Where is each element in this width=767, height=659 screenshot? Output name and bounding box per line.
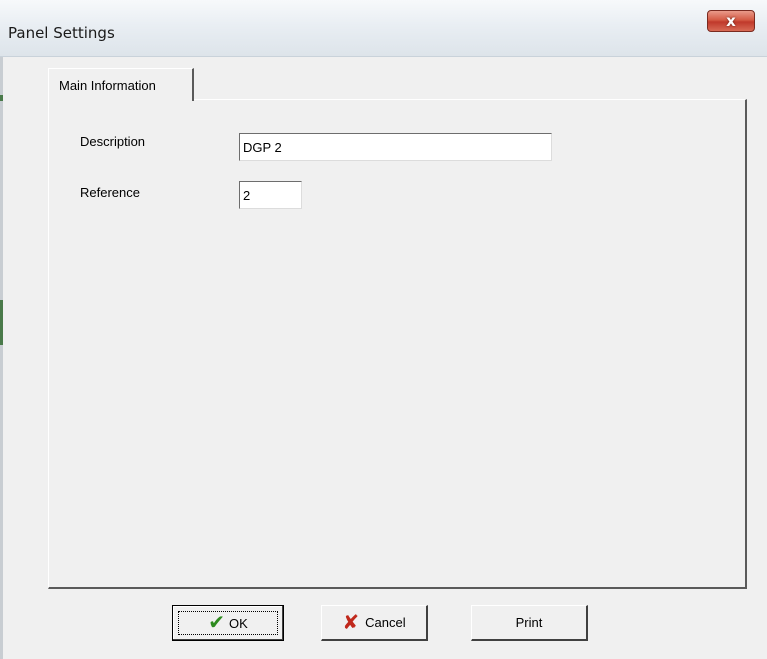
tab-label: Main Information: [59, 78, 156, 93]
panel-settings-dialog: Panel Settings x Main Information Descri…: [0, 0, 767, 659]
ok-button-label: OK: [228, 615, 248, 631]
description-label: Description: [80, 134, 146, 149]
tab-panel-main-information: [48, 99, 747, 589]
print-button-label: Print: [515, 615, 543, 630]
print-button[interactable]: Print: [471, 605, 588, 641]
reference-field[interactable]: 2: [239, 181, 302, 209]
title-bar[interactable]: Panel Settings x: [0, 0, 767, 57]
ok-button-content: ✔ OK: [173, 606, 283, 640]
red-x-icon: ✘: [342, 611, 360, 634]
close-icon: x: [726, 12, 736, 30]
ok-button[interactable]: ✔ OK: [172, 605, 284, 641]
tab-main-information[interactable]: Main Information: [48, 68, 194, 101]
cancel-button[interactable]: ✘ Cancel: [321, 605, 428, 641]
checkmark-icon: ✔: [208, 612, 225, 634]
edge-mark: [0, 300, 3, 345]
window-title: Panel Settings: [8, 24, 115, 42]
description-field[interactable]: DGP 2: [239, 133, 552, 161]
edge-mark: [0, 95, 3, 101]
cancel-button-label: Cancel: [365, 615, 406, 630]
cancel-button-content: ✘ Cancel: [322, 606, 426, 639]
close-button[interactable]: x: [707, 10, 755, 32]
reference-label: Reference: [80, 185, 140, 200]
window-left-edge: [0, 0, 3, 659]
print-button-content: Print: [472, 606, 586, 639]
